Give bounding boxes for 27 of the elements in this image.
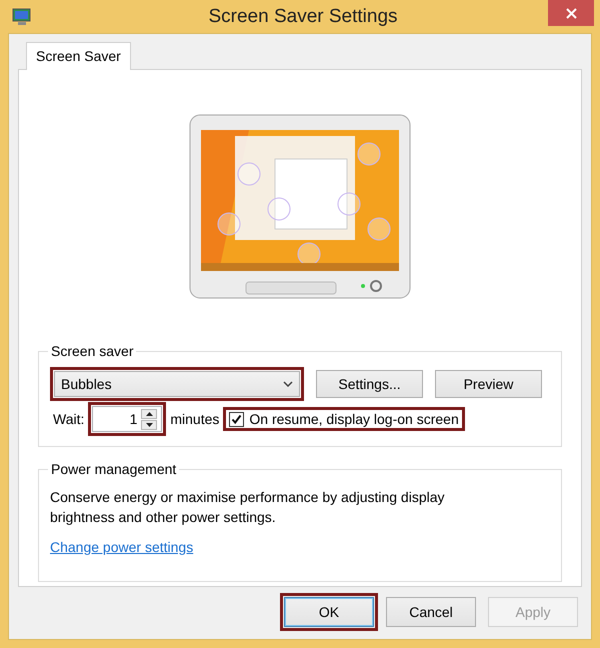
tab[interactable]: Screen Saver [26,42,131,70]
group-label: Power management [50,461,178,477]
wait-spinner[interactable]: 1 [92,406,162,432]
dialog-button[interactable]: Preview [435,370,542,398]
dialog-button[interactable]: Cancel [386,597,476,627]
close-icon [566,8,576,18]
change-power-settings-link[interactable]: Change power settings [50,539,194,555]
dropdown-value: Bubbles [61,376,112,392]
close-button[interactable] [548,0,594,26]
wait-label: Wait: [53,411,84,427]
checkbox[interactable] [229,412,244,426]
spin-up-button[interactable] [141,408,158,418]
dialog-button[interactable]: OK [284,597,374,627]
down-arrow-icon [146,422,153,426]
wait-input[interactable]: 1 [93,411,142,427]
window-title: Screen Saver Settings [207,6,399,28]
monitor-icon [12,6,32,26]
group-label: Screen saver [50,343,134,359]
dialog-button[interactable]: Settings... [316,370,423,398]
screen-saver-dropdown[interactable]: Bubbles [54,371,300,397]
chevron-icon [283,381,293,387]
checkbox-label[interactable]: On resume, display log-on screen [249,411,459,427]
up-arrow-icon [146,412,153,416]
minutes-label: minutes [170,411,220,427]
power-description: Conserve energy or maximise performance by adjusting display brightness and other power settings. [50,488,446,527]
checkmark-icon [231,414,242,424]
spin-down-button[interactable] [141,420,158,430]
